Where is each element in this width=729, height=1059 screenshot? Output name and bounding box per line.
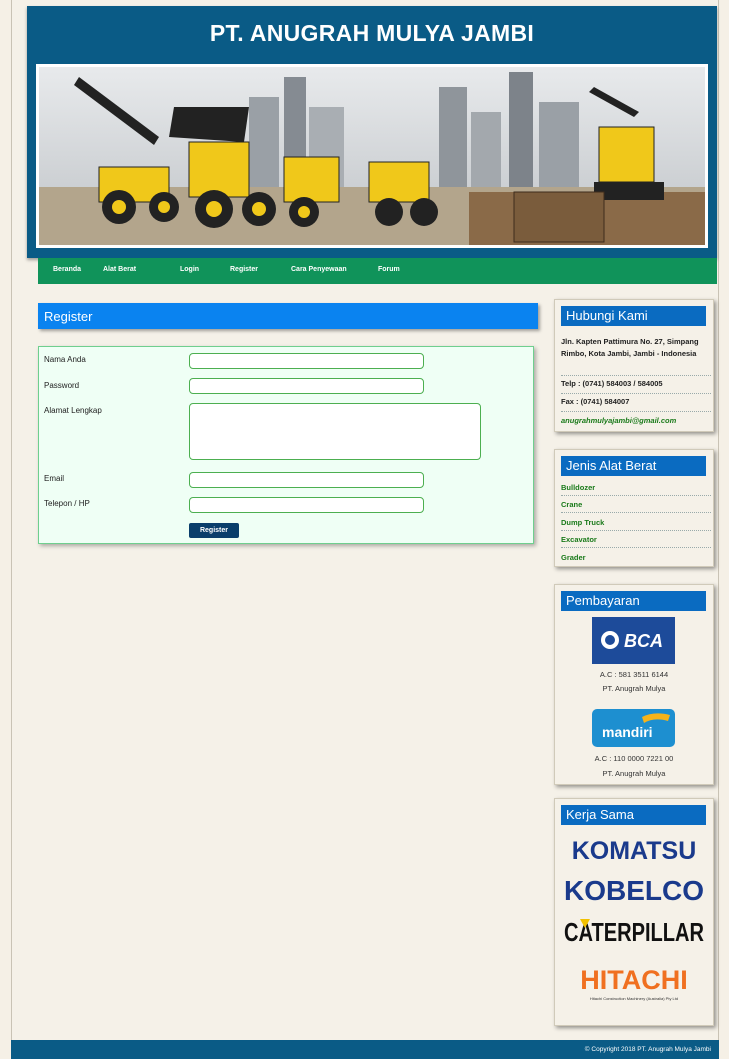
partners-box: Kerja Sama KOMATSU KOBELCO CATERPILLAR H…: [554, 798, 714, 1026]
hitachi-subtitle: Hitachi Construction Machinery (Australi…: [590, 996, 678, 1001]
footer-copyright: © Copyright 2018 PT. Anugrah Mulya Jambi: [584, 1046, 711, 1053]
komatsu-logo: KOMATSU: [572, 837, 697, 865]
payment-box: Pembayaran BCA A.C : 581 3511 6144 PT. A…: [554, 584, 714, 785]
equipment-box: Jenis Alat Berat Bulldozer Crane Dump Tr…: [554, 449, 714, 567]
payment-heading: Pembayaran: [561, 591, 706, 611]
mandiri-account: A.C : 110 0000 7221 00: [594, 754, 674, 763]
contact-box: Hubungi Kami Jln. Kapten Pattimura No. 2…: [554, 299, 714, 432]
bca-icon: BCA: [601, 631, 663, 651]
nav-forum[interactable]: Forum: [378, 266, 400, 273]
register-heading: Register: [38, 303, 538, 329]
equipment-link-excavator[interactable]: Excavator: [561, 535, 597, 544]
bca-logo-text: BCA: [624, 631, 663, 651]
partners-heading: Kerja Sama: [561, 805, 706, 825]
site-header: PT. ANUGRAH MULYA JAMBI: [27, 6, 717, 258]
site-title: PT. ANUGRAH MULYA JAMBI: [209, 20, 535, 46]
banner-image: [36, 64, 708, 248]
bca-account: A.C : 581 3511 6144: [599, 670, 669, 679]
mandiri-icon: mandiri: [602, 713, 670, 740]
mandiri-logo-text: mandiri: [602, 724, 653, 740]
mandiri-name: PT. Anugrah Mulya: [602, 769, 666, 778]
nav-login[interactable]: Login: [180, 266, 199, 273]
alamat-textarea[interactable]: [189, 403, 481, 460]
equipment-link-grader[interactable]: Grader: [561, 553, 586, 562]
contact-fax: Fax : (0741) 584007: [561, 397, 630, 406]
contact-email-link[interactable]: anugrahmulyajambi@gmail.com: [561, 416, 676, 425]
label-email: Email: [44, 474, 65, 483]
heavy-equipment-banner: [39, 67, 705, 245]
partner-logos: KOMATSU KOBELCO CATERPILLAR HITACHI Hita…: [564, 837, 704, 1001]
kobelco-logo: KOBELCO: [564, 875, 704, 906]
label-password: Password: [44, 381, 80, 390]
equipment-link-bulldozer[interactable]: Bulldozer: [561, 483, 595, 492]
bca-logo: BCA: [592, 617, 675, 664]
password-input[interactable]: [189, 378, 424, 394]
equipment-link-crane[interactable]: Crane: [561, 500, 582, 509]
nama-input[interactable]: [189, 353, 424, 369]
contact-address: Jln. Kapten Pattimura No. 27, Simpang Ri…: [561, 337, 699, 358]
mandiri-logo: mandiri: [592, 709, 675, 747]
equipment-link-dump-truck[interactable]: Dump Truck: [561, 518, 604, 527]
nav-alat-berat[interactable]: Alat Berat: [103, 266, 136, 273]
nav-register[interactable]: Register: [230, 266, 258, 273]
label-nama: Nama Anda: [44, 355, 86, 364]
nav-cara-penyewaan[interactable]: Cara Penyewaan: [291, 266, 347, 273]
email-input[interactable]: [189, 472, 424, 488]
register-form: Nama Anda Password Alamat Lengkap Email …: [38, 346, 534, 544]
nav-beranda[interactable]: Beranda: [53, 266, 81, 273]
contact-heading: Hubungi Kami: [561, 306, 706, 326]
label-telepon: Telepon / HP: [44, 499, 90, 508]
telepon-input[interactable]: [189, 497, 424, 513]
label-alamat: Alamat Lengkap: [44, 406, 102, 415]
site-footer: © Copyright 2018 PT. Anugrah Mulya Jambi: [11, 1040, 719, 1059]
contact-phone: Telp : (0741) 584003 / 584005: [561, 379, 663, 388]
bca-name: PT. Anugrah Mulya: [602, 684, 666, 693]
equipment-heading: Jenis Alat Berat: [561, 456, 706, 476]
hitachi-logo: HITACHI: [580, 965, 688, 995]
register-submit-button[interactable]: Register: [189, 523, 239, 538]
